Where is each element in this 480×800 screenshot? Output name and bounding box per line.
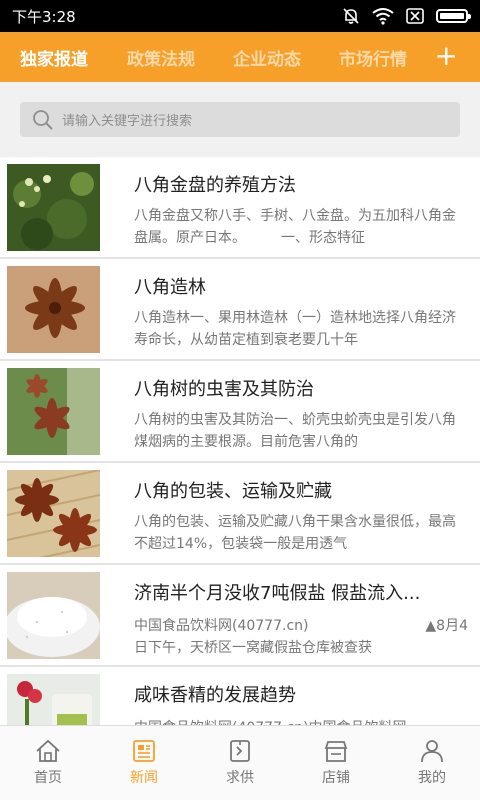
wifi-icon [372, 8, 394, 25]
news-icon [133, 740, 155, 762]
article-summary: 八角金盘又称八手、手树、八金盘。为五加科八角金盘属。原产日本。 一、形态特征 [134, 208, 456, 246]
profile-icon [421, 740, 443, 763]
article-title: 八角金盘的养殖方法 [134, 175, 296, 196]
article-title: 八角造林 [134, 277, 206, 298]
nav-news[interactable]: 新闻 [96, 726, 192, 800]
tab-market-quotes[interactable]: 市场行情 [320, 45, 426, 70]
nav-supply-label: 求供 [226, 770, 254, 786]
nav-shop[interactable]: 店铺 [288, 726, 384, 800]
article-list: 八角金盘的养殖方法 八角金盘又称八手、手树、八金盘。为五加科八角金盘属。原产日本… [0, 157, 480, 725]
article-thumbnail [7, 572, 100, 659]
bottom-navigation: 首页 新闻 求供 店铺 我的 [0, 725, 480, 800]
search-input[interactable]: 请输入关键字进行搜索 [20, 102, 460, 137]
article-summary: 八角造林一、果用林造林（一）造林地选择八角经济寿命长，从幼苗定植到衰老要几十年 [134, 310, 456, 348]
article-title: 济南半个月没收7吨假盐 假盐流入... [134, 583, 421, 604]
article-thumbnail [7, 368, 100, 455]
article-item[interactable]: 八角树的虫害及其防治 八角树的虫害及其防治一、蚧壳虫蚧壳虫是引发八角煤烟病的主要… [0, 361, 480, 463]
nav-profile[interactable]: 我的 [384, 726, 480, 800]
article-meta: 中国食品饮料网(40777.cn)中国食品饮料网 [134, 717, 468, 725]
sim-icon [406, 8, 424, 24]
article-title: 八角的包装、运输及贮藏 [134, 481, 332, 502]
nav-news-label: 新闻 [130, 770, 158, 786]
nav-supply[interactable]: 求供 [192, 726, 288, 800]
nav-home[interactable]: 首页 [0, 726, 96, 800]
search-area: 请输入关键字进行搜索 [0, 82, 480, 156]
article-summary: 八角树的虫害及其防治一、蚧壳虫蚧壳虫是引发八角煤烟病的主要根源。目前危害八角的 [134, 412, 456, 450]
article-thumbnail [7, 266, 100, 353]
article-thumbnail [7, 164, 100, 251]
home-icon [36, 739, 60, 762]
search-placeholder: 请输入关键字进行搜索 [62, 114, 193, 129]
article-item[interactable]: 八角金盘的养殖方法 八角金盘又称八手、手树、八金盘。为五加科八角金盘属。原产日本… [0, 157, 480, 259]
status-icons [342, 7, 471, 25]
nav-home-label: 首页 [34, 770, 62, 786]
battery-icon [436, 9, 471, 23]
article-summary: 日下午，天桥区一窝藏假盐仓库被查获 [134, 640, 372, 656]
article-source: 中国食品饮料网(40777.cn) [134, 618, 309, 634]
article-item[interactable]: 八角造林 八角造林一、果用林造林（一）造林地选择八角经济寿命长，从幼苗定植到衰老… [0, 259, 480, 361]
article-thumbnail [7, 674, 100, 725]
nav-shop-label: 店铺 [322, 770, 350, 786]
status-bar: 下午3:28 [0, 0, 480, 32]
search-icon [33, 109, 53, 130]
article-meta: 中国食品饮料网(40777.cn) ▲8月4 [134, 615, 468, 635]
article-date: ▲8月4 [425, 618, 468, 634]
category-tab-bar: 独家报道 政策法规 企业动态 市场行情 + [0, 32, 480, 82]
article-title: 咸味香精的发展趋势 [134, 685, 296, 706]
article-title: 八角树的虫害及其防治 [134, 379, 314, 400]
mute-bell-icon [343, 8, 359, 24]
article-summary: 八角的包装、运输及贮藏八角干果含水量很低，最高不超过14%，包装袋一般是用透气 [134, 514, 456, 552]
article-item[interactable]: 济南半个月没收7吨假盐 假盐流入... 中国食品饮料网(40777.cn) ▲8… [0, 565, 480, 667]
plus-icon[interactable]: + [435, 42, 458, 70]
tab-policy-regulations[interactable]: 政策法规 [108, 45, 214, 70]
shop-icon [324, 741, 348, 762]
status-time: 下午3:28 [12, 7, 76, 26]
article-item[interactable]: 八角的包装、运输及贮藏 八角的包装、运输及贮藏八角干果含水量很低，最高不超过14… [0, 463, 480, 565]
tab-exclusive-report[interactable]: 独家报道 [0, 45, 108, 70]
article-source: 中国食品饮料网(40777.cn)中国食品饮料网 [134, 717, 468, 725]
article-thumbnail [7, 470, 100, 557]
article-item[interactable]: 咸味香精的发展趋势 中国食品饮料网(40777.cn)中国食品饮料网 [0, 667, 480, 725]
nav-profile-label: 我的 [418, 770, 446, 786]
tab-company-news[interactable]: 企业动态 [214, 45, 320, 70]
supply-icon [230, 740, 250, 762]
